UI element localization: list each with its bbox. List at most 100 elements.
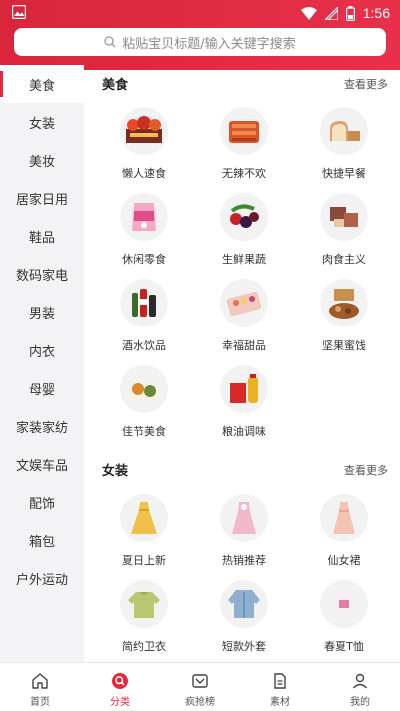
- category-item-label: 简约卫衣: [122, 640, 166, 653]
- battery-icon: [345, 5, 355, 21]
- sidebar-item-home-daily[interactable]: 居家日用: [0, 179, 84, 217]
- instant-food-icon: [120, 107, 168, 155]
- category-item[interactable]: 生鲜果蔬: [194, 193, 294, 267]
- category-item-label: 无辣不欢: [222, 167, 266, 180]
- bread-icon: [320, 107, 368, 155]
- category-item-label: 快捷早餐: [322, 167, 366, 180]
- hoodie-icon: [120, 580, 168, 628]
- sidebar-item-entertainment-car[interactable]: 文娱车品: [0, 445, 84, 483]
- category-item[interactable]: 肉食主义: [294, 193, 394, 267]
- sidebar-item-electronics[interactable]: 数码家电: [0, 255, 84, 293]
- material-icon: [274, 673, 286, 689]
- nav-home[interactable]: 首页: [0, 663, 80, 711]
- category-item-label: 夏日上新: [122, 554, 166, 567]
- category-item[interactable]: 短款外套: [194, 580, 294, 654]
- sidebar-item-label: 鞋品: [28, 230, 55, 246]
- category-item[interactable]: 懒人速食: [94, 107, 194, 181]
- bottom-nav: 首页 分类 疯抢榜 素材 我的: [0, 662, 400, 711]
- category-item[interactable]: 无辣不欢: [194, 107, 294, 181]
- sidebar-item-label: 数码家电: [15, 268, 68, 284]
- nav-label: 疯抢榜: [185, 697, 215, 708]
- category-content: 美食 查看更多 懒人速食 无辣不欢 快捷早餐 休闲零食 生鲜果蔬 肉食主义 酒水…: [84, 65, 400, 662]
- home-icon: [32, 673, 48, 689]
- gallery-notification-icon: [12, 5, 26, 19]
- sidebar-item-label: 配饰: [28, 496, 55, 512]
- sidebar-item-accessories[interactable]: 配饰: [0, 483, 84, 521]
- category-item[interactable]: 春夏T恤: [294, 580, 394, 654]
- sidebar-item-shoes[interactable]: 鞋品: [0, 217, 84, 255]
- category-item[interactable]: 坚果蜜饯: [294, 279, 394, 353]
- nav-category[interactable]: 分类: [80, 663, 160, 711]
- sidebar-item-label: 女装: [28, 116, 55, 132]
- fruit-icon: [220, 193, 268, 241]
- section-title: 女装: [102, 464, 129, 479]
- category-item-label: 佳节美食: [122, 425, 166, 438]
- status-time: 1:56: [362, 5, 390, 21]
- sidebar-item-label: 家装家纺: [15, 420, 68, 436]
- sidebar-item-label: 箱包: [28, 534, 55, 550]
- view-more-link[interactable]: 查看更多: [344, 462, 388, 478]
- category-item[interactable]: 仙女裙: [294, 494, 394, 568]
- sidebar-item-home-textiles[interactable]: 家装家纺: [0, 407, 84, 445]
- yellow-dress-icon: [120, 494, 168, 542]
- category-item-label: 幸福甜品: [222, 339, 266, 352]
- festival-food-icon: [120, 365, 168, 413]
- sidebar-item-label: 居家日用: [15, 192, 68, 208]
- category-item-label: 短款外套: [222, 640, 266, 653]
- category-item[interactable]: 酒水饮品: [94, 279, 194, 353]
- nuts-icon: [320, 279, 368, 327]
- sidebar-item-beauty[interactable]: 美妆: [0, 141, 84, 179]
- sidebar-item-label: 文娱车品: [15, 458, 68, 474]
- dessert-icon: [220, 279, 268, 327]
- header: 1:56 粘贴宝贝标题/输入关键字搜索: [0, 0, 400, 70]
- category-item-label: 生鲜果蔬: [222, 253, 266, 266]
- denim-jacket-icon: [220, 580, 268, 628]
- user-icon: [352, 673, 368, 689]
- nav-label: 我的: [350, 697, 370, 708]
- category-item[interactable]: 热销推荐: [194, 494, 294, 568]
- nav-material[interactable]: 素材: [240, 663, 320, 711]
- category-item[interactable]: 快捷早餐: [294, 107, 394, 181]
- snack-icon: [120, 193, 168, 241]
- section-title: 美食: [102, 78, 129, 93]
- category-item-label: 粮油调味: [222, 425, 266, 438]
- sidebar-item-label: 母婴: [28, 382, 55, 398]
- category-item[interactable]: 夏日上新: [94, 494, 194, 568]
- search-icon: [104, 36, 116, 48]
- nav-label: 分类: [110, 697, 130, 708]
- sidebar-item-label: 户外运动: [15, 572, 68, 588]
- rank-icon: [192, 674, 208, 688]
- category-item[interactable]: 佳节美食: [94, 365, 194, 439]
- category-item-label: 坚果蜜饯: [322, 339, 366, 352]
- category-item-label: 肉食主义: [322, 253, 366, 266]
- category-item[interactable]: 幸福甜品: [194, 279, 294, 353]
- category-item[interactable]: 休闲零食: [94, 193, 194, 267]
- nav-label: 首页: [30, 697, 50, 708]
- sidebar-item-outdoor[interactable]: 户外运动: [0, 559, 84, 597]
- sidebar-item-bags[interactable]: 箱包: [0, 521, 84, 559]
- section-header-food: 美食 查看更多: [102, 74, 388, 94]
- search-input[interactable]: 粘贴宝贝标题/输入关键字搜索: [14, 28, 386, 56]
- sidebar-item-label: 美食: [28, 78, 55, 94]
- sidebar-item-food[interactable]: 美食: [0, 65, 84, 103]
- category-item-label: 酒水饮品: [122, 339, 166, 352]
- sidebar-item-underwear[interactable]: 内衣: [0, 331, 84, 369]
- category-item[interactable]: 简约卫衣: [94, 580, 194, 654]
- section-header-womens: 女装 查看更多: [102, 460, 388, 480]
- category-item[interactable]: 粮油调味: [194, 365, 294, 439]
- view-more-link[interactable]: 查看更多: [344, 76, 388, 92]
- sidebar-item-mens-clothing[interactable]: 男装: [0, 293, 84, 331]
- nav-mine[interactable]: 我的: [320, 663, 400, 711]
- tshirt-icon: [320, 580, 368, 628]
- category-item-label: 休闲零食: [122, 253, 166, 266]
- sidebar-item-label: 内衣: [28, 344, 55, 360]
- sidebar-item-baby[interactable]: 母婴: [0, 369, 84, 407]
- drinks-icon: [120, 279, 168, 327]
- sidebar-item-womens-clothing[interactable]: 女装: [0, 103, 84, 141]
- nav-rank[interactable]: 疯抢榜: [160, 663, 240, 711]
- status-bar: 1:56: [0, 0, 400, 26]
- wifi-icon: [300, 6, 317, 20]
- category-item-label: 春夏T恤: [324, 640, 364, 653]
- meat-icon: [320, 193, 368, 241]
- sidebar-item-label: 美妆: [28, 154, 55, 170]
